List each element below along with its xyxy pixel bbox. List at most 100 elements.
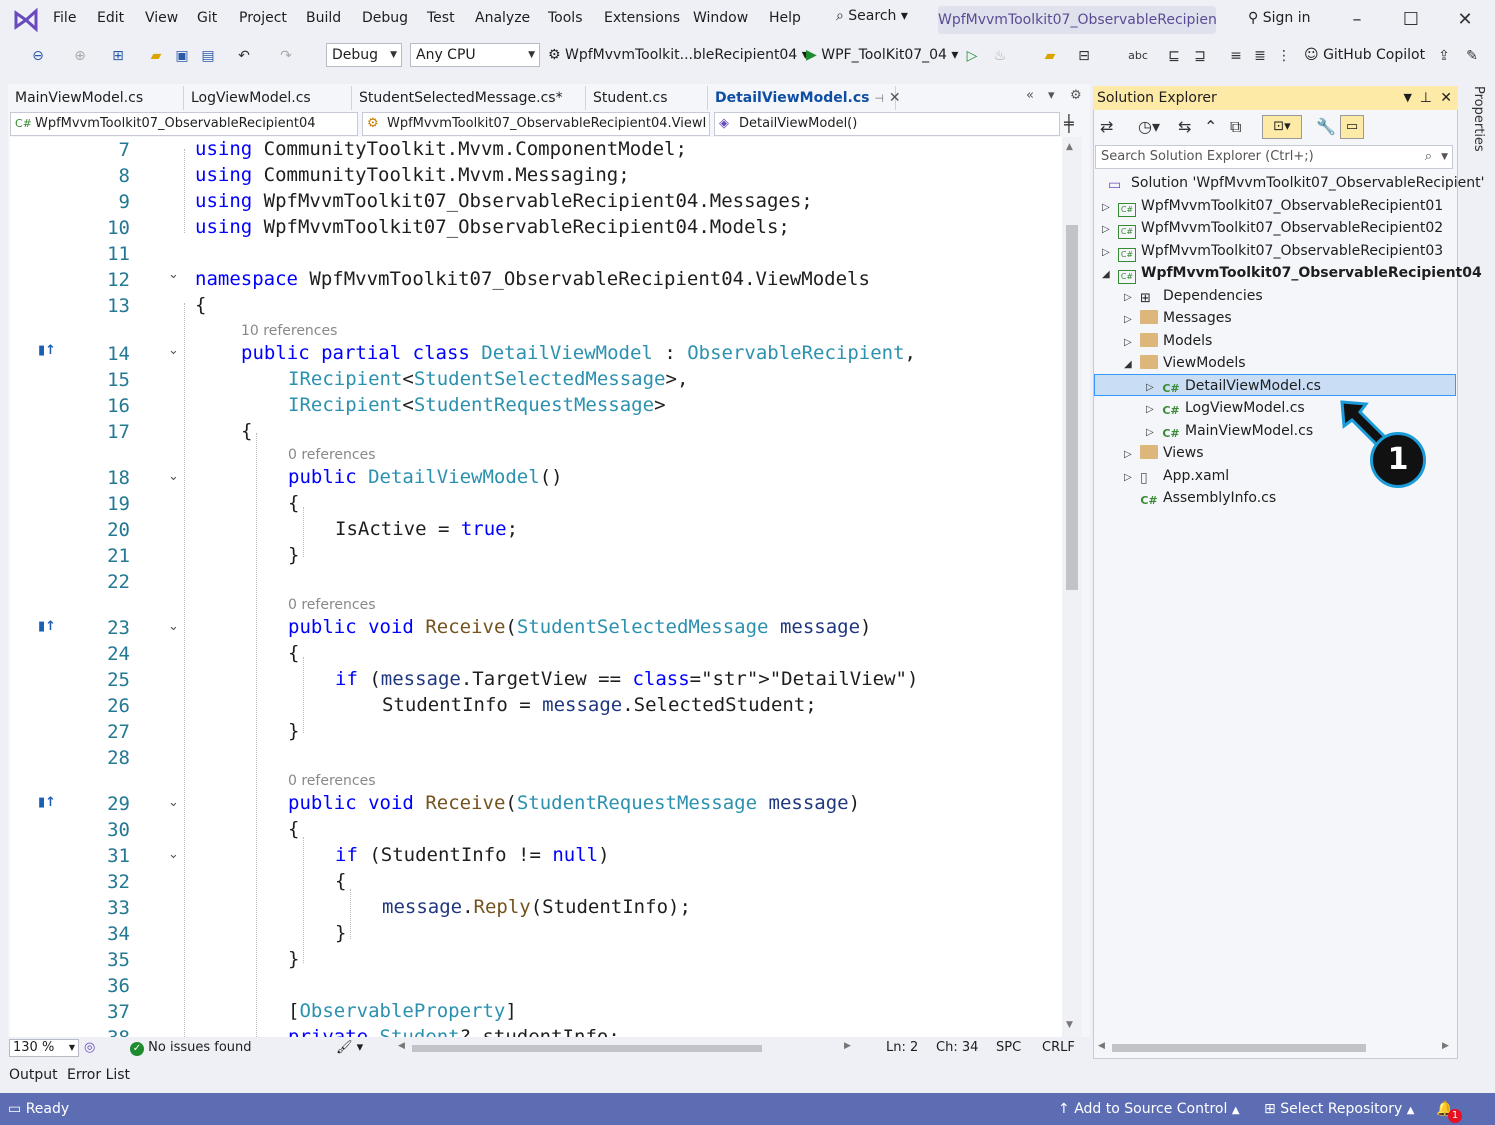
code-cleanup-icon[interactable]: 🖌 ▾ — [336, 1040, 363, 1055]
code-line[interactable]: } — [288, 720, 299, 742]
menu-file[interactable]: File — [53, 10, 76, 26]
se-scroll-right-icon[interactable]: ▶ — [1442, 1041, 1449, 1051]
configuration-dropdown[interactable]: Debug ▼ — [326, 43, 402, 67]
scrollbar-thumb[interactable] — [1066, 225, 1078, 590]
add-to-source-control-button[interactable]: ↑ Add to Source Control ▲ — [1058, 1101, 1240, 1117]
preview-icon[interactable]: ▭ — [1340, 115, 1364, 139]
maximize-button[interactable]: ☐ — [1392, 6, 1430, 34]
view-toggle-icon[interactable]: ⊡▾ — [1262, 115, 1302, 139]
outdent-icon[interactable]: ≣ — [1250, 47, 1270, 65]
sync-icon[interactable]: ⇄ — [1100, 117, 1113, 136]
search-button[interactable]: ⌕ Search ▾ — [836, 8, 908, 24]
code-line[interactable]: if (message.TargetView == class="str">"D… — [335, 668, 918, 690]
tree-item-messages-folder[interactable]: ▷ Messages — [1124, 307, 1232, 329]
code-line[interactable]: using WpfMvvmToolkit07_ObservableRecipie… — [195, 190, 813, 212]
notifications-button[interactable]: 🔔 1 — [1436, 1101, 1462, 1123]
code-line[interactable]: { — [241, 420, 252, 442]
code-line[interactable]: public DetailViewModel() — [288, 466, 563, 488]
code-line[interactable]: namespace WpfMvvmToolkit07_ObservableRec… — [195, 268, 870, 290]
pin-icon[interactable]: ⊥ — [1420, 86, 1432, 110]
close-window-button[interactable]: ✕ — [1446, 6, 1484, 34]
expander-chevron-icon[interactable]: ◢ — [1102, 264, 1118, 286]
code-line[interactable]: { — [288, 818, 299, 840]
zoom-dropdown[interactable]: 130 % ▼ — [9, 1039, 79, 1057]
code-line[interactable]: if (StudentInfo != null) — [335, 844, 610, 866]
horizontal-scrollbar[interactable]: ◀ ▶ — [398, 1041, 851, 1055]
menu-analyze[interactable]: Analyze — [475, 10, 530, 26]
split-editor-icon[interactable]: ╪ — [1064, 114, 1074, 133]
expander-chevron-icon[interactable]: ▷ — [1102, 219, 1118, 241]
codelens-references[interactable]: 0 references — [288, 773, 376, 789]
hot-reload-icon[interactable]: ♨ — [990, 47, 1010, 65]
scroll-right-icon[interactable]: ▶ — [844, 1041, 851, 1051]
menu-edit[interactable]: Edit — [97, 10, 124, 26]
menu-help[interactable]: Help — [769, 10, 801, 26]
fold-chevron-icon[interactable]: ⌄ — [168, 343, 179, 358]
tree-item-views-folder[interactable]: ▷ Views — [1124, 442, 1204, 464]
tree-item-project-node-01[interactable]: ▷ C# WpfMvvmToolkit07_ObservableRecipient0… — [1102, 195, 1443, 217]
tab-overflow-icon[interactable]: « — [1026, 88, 1034, 103]
indent-icon[interactable]: ≡ — [1226, 47, 1246, 65]
fold-chevron-icon[interactable]: ⌄ — [168, 795, 179, 810]
tree-item-logviewmodel-file[interactable]: ▷ C# LogViewModel.cs — [1146, 397, 1305, 419]
project-nav-dropdown[interactable]: C# WpfMvvmToolkit07_ObservableRecipient04 — [10, 112, 358, 136]
code-line[interactable]: { — [195, 294, 206, 316]
tree-item-mainviewmodel-file[interactable]: ▷ C# MainViewModel.cs — [1146, 420, 1313, 442]
codelens-references[interactable]: 0 references — [288, 597, 376, 613]
close-tab-icon[interactable]: ✕ — [889, 90, 901, 106]
fold-chevron-icon[interactable]: ⌄ — [168, 619, 179, 634]
startup-project-dropdown[interactable]: ⚙ WpfMvvmToolkit...bleRecipient04 ▾ — [548, 47, 809, 63]
menu-git[interactable]: Git — [197, 10, 217, 26]
menu-view[interactable]: View — [145, 10, 178, 26]
code-line[interactable]: StudentInfo = message.SelectedStudent; — [382, 694, 817, 716]
feedback-icon[interactable]: ✎ — [1462, 47, 1482, 65]
code-line[interactable]: IRecipient<StudentSelectedMessage>, — [288, 368, 688, 390]
tree-item-project-node-03[interactable]: ▷ C# WpfMvvmToolkit07_ObservableRecipient0… — [1102, 240, 1443, 262]
uncomment-icon[interactable]: ⊒ — [1190, 47, 1210, 65]
undo-icon[interactable]: ↶ — [234, 47, 254, 65]
whitespace-indicator[interactable]: SPC — [996, 1040, 1021, 1055]
codelens-references[interactable]: 0 references — [288, 447, 376, 463]
start-without-debugging-icon[interactable]: ▷ — [962, 47, 982, 65]
tab-mainviewmodel[interactable]: MainViewModel.cs — [8, 86, 184, 110]
se-hscroll-thumb[interactable] — [1112, 1044, 1366, 1052]
github-copilot-button[interactable]: ☺ GitHub Copilot — [1304, 47, 1425, 63]
code-line[interactable]: { — [288, 492, 299, 514]
panel-dropdown-icon[interactable]: ▼ — [1404, 86, 1412, 110]
expander-chevron-icon[interactable]: ▷ — [1102, 242, 1118, 264]
tree-item-viewmodels-folder[interactable]: ◢ ViewModels — [1124, 352, 1246, 374]
save-all-icon[interactable]: ▤ — [198, 47, 218, 65]
code-line[interactable]: message.Reply(StudentInfo); — [382, 896, 691, 918]
bookmark-icon[interactable]: ⋮ — [1274, 47, 1294, 65]
tab-output[interactable]: Output — [9, 1067, 58, 1083]
properties-side-tab[interactable]: Properties — [1462, 86, 1486, 186]
tree-item-dependencies-node[interactable]: ▷ ⊞ Dependencies — [1124, 285, 1263, 307]
issues-indicator[interactable]: ✓ No issues found — [130, 1040, 252, 1056]
code-line[interactable]: using CommunityToolkit.Mvvm.Messaging; — [195, 164, 630, 186]
implements-glyph-icon[interactable]: ▮↑ — [38, 795, 60, 813]
type-nav-dropdown[interactable]: ⚙ WpfMvvmToolkit07_ObservableRecipient04.… — [362, 112, 710, 136]
new-item-icon[interactable]: ⊞ — [108, 47, 128, 65]
expander-chevron-icon[interactable]: ▷ — [1124, 444, 1140, 466]
menu-build[interactable]: Build — [306, 10, 341, 26]
sign-in-button[interactable]: ⚲ Sign in — [1248, 10, 1310, 26]
scroll-down-icon[interactable]: ▼ — [1066, 1020, 1073, 1030]
expander-chevron-icon[interactable]: ▷ — [1146, 399, 1162, 421]
expander-chevron-icon[interactable]: ◢ — [1124, 354, 1140, 376]
code-line[interactable]: { — [335, 870, 346, 892]
back-icon[interactable]: ⊖ — [28, 47, 48, 65]
tree-item-detailviewmodel-file[interactable]: ▷ C# DetailViewModel.cs — [1146, 375, 1321, 397]
scroll-up-icon[interactable]: ▲ — [1066, 142, 1073, 152]
share-icon[interactable]: ⇪ — [1434, 47, 1454, 65]
tree-item-models-folder[interactable]: ▷ Models — [1124, 330, 1212, 352]
expander-chevron-icon[interactable]: ▷ — [1146, 377, 1162, 399]
code-line[interactable]: } — [288, 948, 299, 970]
code-editor[interactable]: 7 using CommunityToolkit.Mvvm.ComponentMo… — [10, 137, 1062, 1037]
pin-icon[interactable]: ⊣ — [874, 92, 884, 105]
menu-window[interactable]: Window — [693, 10, 748, 26]
hscroll-thumb[interactable] — [412, 1045, 762, 1052]
expander-chevron-icon[interactable]: ▷ — [1146, 422, 1162, 444]
code-line[interactable]: public void Receive(StudentSelectedMessa… — [288, 616, 872, 638]
settings-gear-icon[interactable]: ⚙ — [1070, 88, 1082, 103]
menu-tools[interactable]: Tools — [548, 10, 583, 26]
